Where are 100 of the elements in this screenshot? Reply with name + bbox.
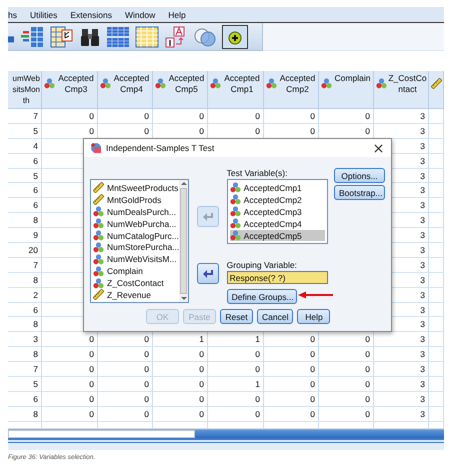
table-cell: 8	[8, 406, 42, 422]
menu-item[interactable]: Window	[124, 10, 156, 20]
table-cell: 0	[208, 347, 264, 362]
list-item[interactable]: NumWebVisitsM...	[93, 253, 180, 266]
table-cell	[429, 213, 444, 228]
list-item[interactable]: Z_CostContact	[93, 277, 180, 290]
table-cell: 0	[153, 406, 208, 422]
table-cell: 0	[153, 347, 208, 362]
dialog-button[interactable]: Options...	[334, 168, 385, 183]
nominal-variable-icon	[93, 242, 104, 253]
ruler-icon	[93, 194, 104, 206]
table-cell	[429, 302, 444, 318]
nominal-variable-icon	[155, 78, 166, 89]
arrow-icon	[202, 268, 214, 278]
menu-item[interactable]: Utilities	[30, 10, 58, 20]
list-item[interactable]: AcceptedCmp2	[230, 194, 325, 206]
table-cell: 0	[319, 406, 374, 422]
splitter-bar[interactable]	[8, 438, 444, 450]
list-item[interactable]: MntSweetProducts	[93, 182, 180, 194]
list-item[interactable]: NumStorePurcha...	[93, 241, 180, 254]
table-cell: 0	[98, 362, 153, 378]
table-cell	[429, 183, 444, 198]
scroll-down-icon[interactable]	[180, 296, 188, 302]
dialog-button[interactable]: Define Groups...	[226, 289, 297, 304]
nominal-variable-icon	[93, 266, 104, 277]
circles-icon[interactable]	[193, 26, 217, 48]
list-item[interactable]: MntGoldProds	[93, 194, 180, 206]
table-cell: 0	[264, 362, 319, 378]
column-header[interactable]: Accepted Cmp1	[208, 71, 264, 109]
table-cell: 0	[42, 406, 98, 422]
grouping-variable-label: Grouping Variable:	[226, 260, 298, 271]
nominal-variable-icon	[230, 182, 241, 194]
table-cell: 4	[8, 138, 42, 154]
dialog-button[interactable]: Reset	[220, 309, 253, 324]
list-item[interactable]: NumWebPurcha...	[93, 218, 180, 230]
table-cell: 0	[42, 109, 98, 124]
vertical-scrollbar[interactable]	[179, 180, 188, 302]
nominal-variable-icon	[93, 254, 104, 265]
table-cell: 0	[264, 406, 319, 422]
column-header[interactable]: Accepted Cmp3	[42, 71, 98, 109]
table-cell: 6	[8, 302, 42, 318]
column-header[interactable]: Accepted Cmp2	[264, 71, 319, 109]
table-cell: 9	[8, 228, 42, 244]
horizontal-scrollbar[interactable]	[8, 428, 444, 438]
list-item[interactable]: NumCatalogPurc...	[93, 230, 180, 242]
column-header[interactable]: Accepted Cmp4	[98, 71, 153, 109]
add-icon[interactable]	[222, 24, 248, 48]
menu-item[interactable]: Extensions	[70, 10, 112, 20]
table-cell: 3	[374, 406, 429, 422]
menu-item[interactable]: Help	[168, 10, 186, 20]
table-cell: 0	[319, 362, 374, 378]
column-header-label: Accepted Cmp3	[57, 73, 95, 95]
nominal-variable-icon	[376, 78, 387, 89]
list-item[interactable]: NumDealsPurch...	[93, 206, 180, 218]
table-cell: 7	[8, 258, 42, 273]
table-cell: 0	[98, 392, 153, 407]
dialog-title: Independent-Samples T Test	[106, 143, 216, 153]
close-icon[interactable]	[374, 144, 383, 152]
dialog-button[interactable]: Help	[297, 309, 330, 324]
column-header[interactable]: Z_CostCo ntact	[374, 71, 429, 109]
table-cell: 3	[374, 377, 429, 392]
grouping-variable-field[interactable]: Response(? ?)	[226, 271, 328, 284]
column-header-label: Complain	[334, 73, 372, 84]
table-cell	[429, 392, 444, 407]
scroll-up-icon[interactable]	[180, 180, 188, 186]
insert-variable-icon[interactable]	[19, 26, 45, 48]
list-item[interactable]: AcceptedCmp3	[230, 206, 325, 218]
menu-item[interactable]: hs	[8, 10, 17, 20]
table-cell: 8	[8, 317, 42, 332]
table-cell: 0	[98, 109, 153, 124]
column-header[interactable]: Complain	[319, 71, 374, 109]
value-labels-icon[interactable]	[135, 26, 159, 48]
table-cell: 0	[208, 362, 264, 378]
list-item[interactable]: AcceptedCmp5	[230, 230, 325, 242]
dialog-button[interactable]: Bootstrap...	[334, 185, 385, 200]
list-item[interactable]: AcceptedCmp1	[230, 182, 325, 194]
move-button[interactable]	[196, 263, 219, 284]
column-header-label: Z_CostCo ntact	[388, 73, 427, 95]
nominal-variable-icon	[44, 78, 55, 89]
list-item[interactable]: AcceptedCmp4	[230, 218, 325, 230]
table-cell: 0	[319, 377, 374, 392]
dialog-button[interactable]: Cancel	[257, 309, 294, 324]
column-header-label: Accepted Cmp1	[223, 73, 261, 95]
table-cell	[429, 317, 444, 332]
nominal-variable-icon	[93, 206, 104, 218]
table-cell: 0	[42, 362, 98, 378]
nominal-variable-icon	[321, 78, 332, 89]
ruler-icon	[93, 182, 104, 194]
split-table-icon[interactable]	[106, 26, 130, 48]
variable-view-icon[interactable]	[50, 26, 74, 48]
column-header[interactable]	[429, 71, 444, 109]
nominal-variable-icon	[230, 194, 241, 206]
table-cell: 0	[42, 392, 98, 407]
list-item[interactable]: Complain	[93, 265, 180, 278]
column-header[interactable]: Accepted Cmp5	[153, 71, 208, 109]
list-item[interactable]: Z_Revenue	[93, 289, 180, 301]
table-cell: 5	[8, 124, 42, 139]
table-cell: 0	[153, 109, 208, 124]
table-cell: 3	[374, 347, 429, 362]
nominal-variable-icon	[93, 218, 104, 230]
